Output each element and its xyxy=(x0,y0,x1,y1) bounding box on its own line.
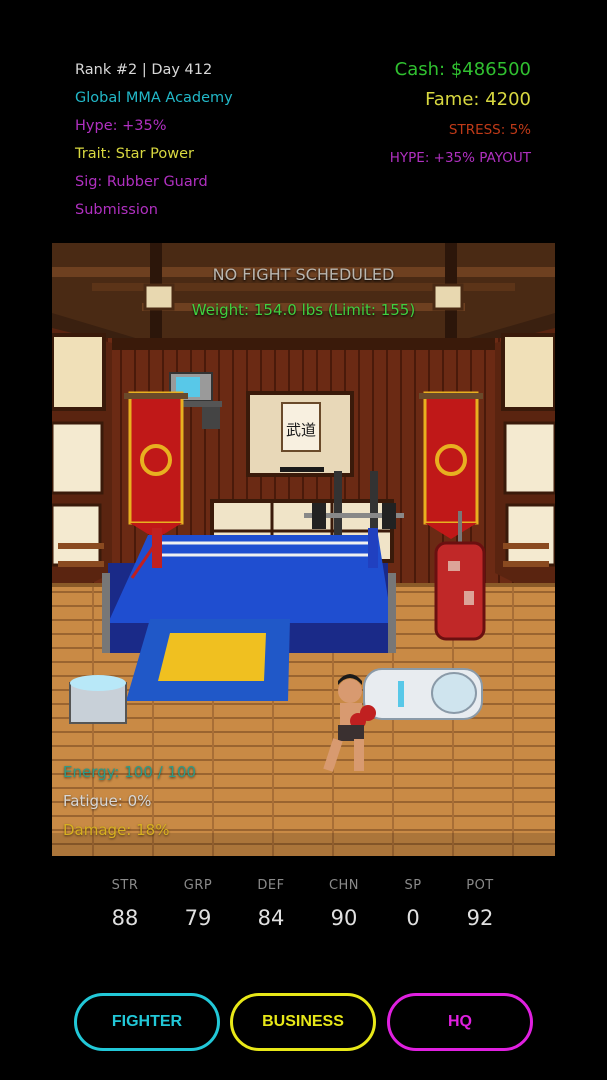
hq-button[interactable]: HQ xyxy=(387,993,533,1051)
stress-label: STRESS: 5% xyxy=(448,122,531,138)
fight-status-label: NO FIGHT SCHEDULED xyxy=(212,265,395,284)
stat-chn: CHN 90 xyxy=(309,876,379,940)
stat-pot: POT 92 xyxy=(445,876,515,940)
stat-def: DEF 84 xyxy=(236,876,306,940)
stat-value: 92 xyxy=(466,906,494,930)
stat-label: SP xyxy=(404,878,422,893)
stat-label: STR xyxy=(111,878,139,893)
business-button[interactable]: BUSINESS xyxy=(230,993,376,1051)
stat-value: 84 xyxy=(257,906,285,930)
stat-sp: SP 0 xyxy=(378,876,448,940)
energy-label: Energy: 100 / 100 xyxy=(63,763,197,781)
calligraphy-scroll: 武道 xyxy=(286,421,316,439)
signature-move-label: Sig: Rubber Guard xyxy=(75,174,208,190)
cash-label: Cash: $486500 xyxy=(394,59,531,80)
rank-day-label: Rank #2 | Day 412 xyxy=(75,62,213,78)
stat-value: 0 xyxy=(406,906,420,930)
stat-label: CHN xyxy=(328,878,360,893)
stat-label: DEF xyxy=(257,878,285,893)
signature-move-label-line2: Submission xyxy=(75,202,158,218)
fighter-button[interactable]: FIGHTER xyxy=(74,993,220,1051)
damage-label: Damage: 18% xyxy=(63,821,170,839)
fatigue-label: Fatigue: 0% xyxy=(63,792,152,810)
ice-bath-icon xyxy=(69,675,127,724)
academy-name: Global MMA Academy xyxy=(75,90,233,106)
banner-phoenix-icon xyxy=(419,391,483,539)
weight-label: Weight: 154.0 lbs (Limit: 155) xyxy=(191,301,416,319)
trait-label: Trait: Star Power xyxy=(75,146,194,162)
fame-label: Fame: 4200 xyxy=(425,89,531,110)
banner-phoenix-icon xyxy=(124,391,188,539)
stat-label: GRP xyxy=(183,878,213,893)
stat-value: 79 xyxy=(184,906,212,930)
stat-label: POT xyxy=(466,878,494,893)
hype-label: Hype: +35% xyxy=(75,118,167,134)
cryo-pod-icon xyxy=(363,668,483,720)
hud-left: Rank #2 | Day 412 Global MMA Academy Hyp… xyxy=(75,56,335,224)
dojo-scene[interactable]: 武道 NO FIGHT SCHEDULED Weight: 154.0 lbs … xyxy=(52,243,555,856)
hud-right: Cash: $486500 Fame: 4200 STRESS: 5% HYPE… xyxy=(390,56,531,172)
stat-value: 88 xyxy=(111,906,139,930)
stat-value: 90 xyxy=(330,906,358,930)
stat-grp: GRP 79 xyxy=(163,876,233,940)
stat-str: STR 88 xyxy=(90,876,160,940)
hype-payout-label: HYPE: +35% PAYOUT xyxy=(389,150,531,166)
